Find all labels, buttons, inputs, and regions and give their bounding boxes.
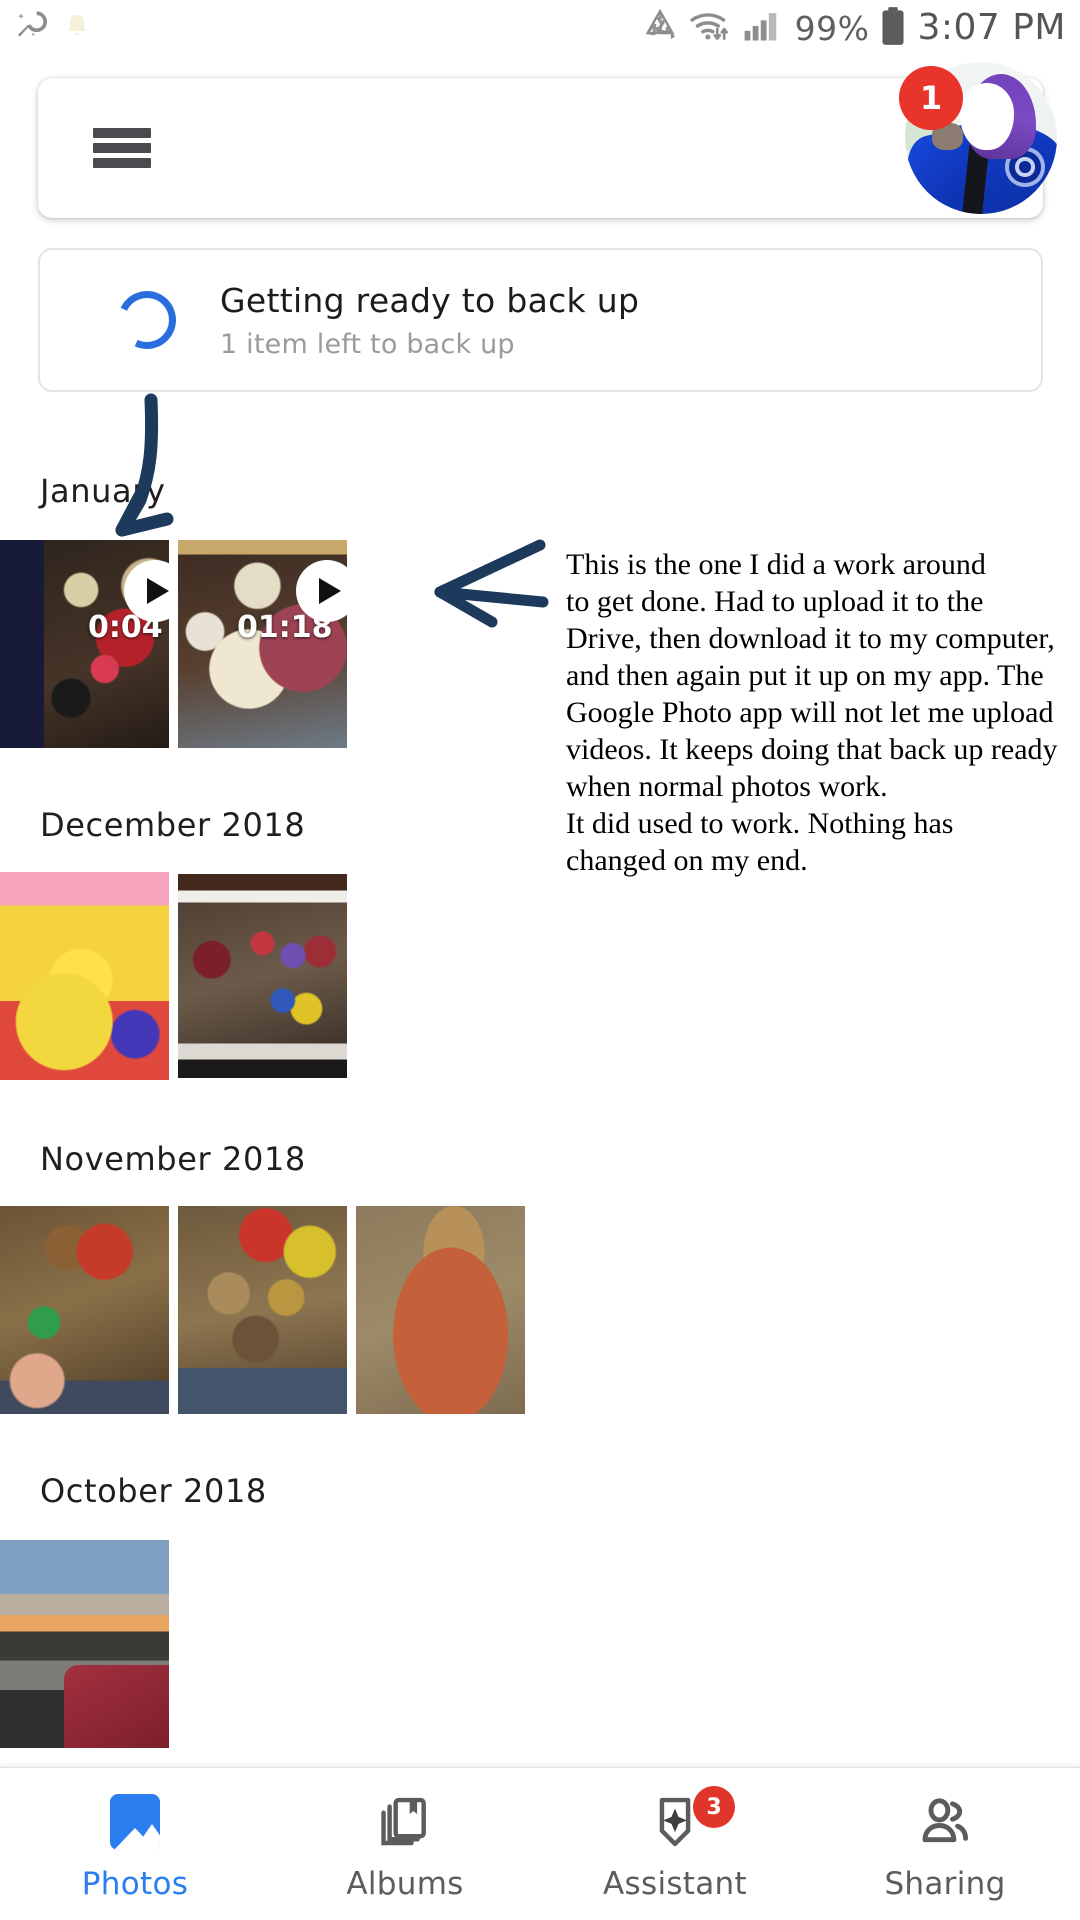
magic-wand-icon: [14, 9, 48, 48]
handwritten-note: This is the one I did a work around to g…: [566, 546, 1080, 879]
search-input[interactable]: [188, 112, 888, 184]
photo-thumbnail-display-case-two[interactable]: [178, 1206, 347, 1414]
nav-tab-albums[interactable]: Albums: [270, 1768, 540, 1920]
wifi-icon: [689, 7, 733, 50]
nav-label-photos: Photos: [81, 1866, 189, 1902]
nav-tab-sharing[interactable]: Sharing: [810, 1768, 1080, 1920]
clock-label: 3:07 PM: [917, 7, 1066, 48]
section-header-january: January: [40, 472, 166, 510]
photo-thumbnail-squirrel-plush[interactable]: [356, 1206, 525, 1414]
note-line-9: changed on my end.: [566, 844, 808, 877]
backup-status-card[interactable]: Getting ready to back up 1 item left to …: [38, 248, 1043, 392]
photo-thumbnail-display-case-one[interactable]: [0, 1206, 169, 1414]
app-screen: 99% 3:07 PM 1 Getting ready to back up 1…: [0, 0, 1080, 1920]
play-icon-2[interactable]: [296, 560, 358, 622]
note-line-7: when normal photos work.: [566, 770, 888, 803]
play-icon[interactable]: [124, 560, 186, 622]
section-header-december: December 2018: [40, 806, 306, 844]
note-line-8: It did used to work. Nothing has: [566, 807, 954, 840]
battery-percent-label: 99%: [794, 8, 870, 48]
loading-spinner-icon: [109, 282, 185, 358]
note-line-5: Google Photo app will not let me upload: [566, 696, 1054, 729]
bottom-navigation-bar: Photos Albums 3 Assistant Sharing: [0, 1767, 1080, 1920]
section-header-november: November 2018: [40, 1140, 306, 1178]
photos-icon: [107, 1794, 163, 1850]
photo-thumbnail-figure-display-shelf[interactable]: [178, 874, 347, 1078]
photo-thumbnail-sailor-moon-figure[interactable]: [0, 872, 169, 1080]
note-line-4: and then again put it up on my app. The: [566, 659, 1044, 692]
note-line-2: to get done. Had to upload it to the: [566, 585, 984, 618]
albums-icon: [377, 1794, 433, 1850]
avatar-notification-badge: 1: [899, 66, 963, 130]
bell-icon: [62, 11, 92, 46]
hamburger-menu-icon[interactable]: [93, 128, 151, 168]
account-avatar[interactable]: 1: [899, 62, 1057, 214]
cellular-signal-icon: [743, 9, 785, 48]
search-bar[interactable]: 1: [38, 62, 1057, 218]
assistant-badge: 3: [693, 1786, 735, 1828]
section-header-october: October 2018: [40, 1472, 267, 1510]
nav-label-albums: Albums: [346, 1866, 464, 1902]
backup-subtitle: 1 item left to back up: [220, 328, 515, 360]
status-bar-left-icons: [14, 9, 92, 48]
backup-text-group: Getting ready to back up 1 item left to …: [220, 280, 639, 359]
status-bar-right-icons: 99% 3:07 PM: [641, 6, 1066, 51]
nav-tab-assistant[interactable]: 3 Assistant: [540, 1768, 810, 1920]
status-bar: 99% 3:07 PM: [0, 0, 1080, 56]
nav-label-sharing: Sharing: [884, 1866, 1006, 1902]
note-line-1: This is the one I did a work around: [566, 548, 986, 581]
note-line-6: videos. It keeps doing that back up read…: [566, 733, 1058, 766]
sharing-icon: [917, 1794, 973, 1850]
backup-title: Getting ready to back up: [220, 281, 640, 321]
nav-tab-photos[interactable]: Photos: [0, 1768, 270, 1920]
note-line-3: Drive, then download it to my computer,: [566, 622, 1055, 655]
photo-thumbnail-sunset-street[interactable]: [0, 1540, 169, 1748]
nav-label-assistant: Assistant: [603, 1866, 747, 1902]
battery-icon: [879, 6, 907, 51]
data-saver-icon: [641, 7, 679, 50]
